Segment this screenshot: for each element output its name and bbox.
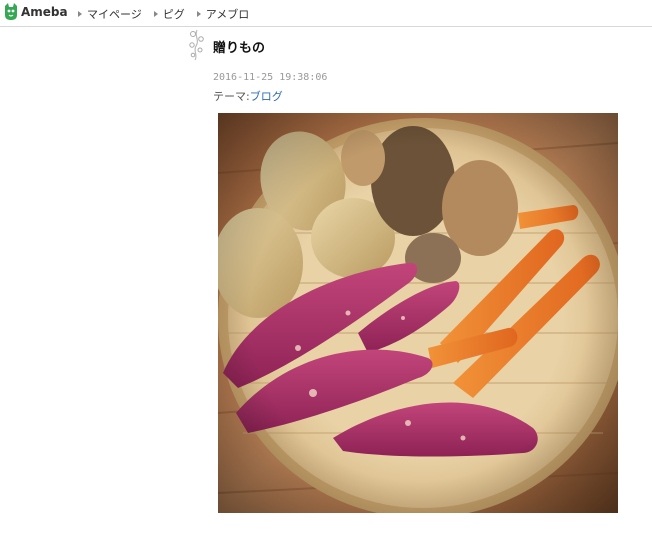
theme-label: テーマ: (213, 90, 250, 103)
nav-item-pigg[interactable]: ピグ (153, 6, 185, 22)
global-header: Ameba マイページ ピグ アメブロ (0, 0, 652, 27)
global-nav: マイページ ピグ アメブロ (78, 6, 249, 22)
flower-decoration-icon (189, 29, 204, 61)
nav-arrow-icon (153, 11, 158, 17)
nav-item-mypage[interactable]: マイページ (78, 6, 142, 22)
nav-item-label: アメブロ (205, 8, 250, 21)
article-photo[interactable] (218, 113, 618, 513)
theme-link[interactable]: ブログ (250, 88, 283, 104)
article-date: 2016-11-25 19:38:06 (213, 72, 328, 83)
ameba-logo[interactable]: Ameba (3, 2, 68, 22)
nav-item-label: マイページ (87, 8, 142, 21)
article-title[interactable]: 贈りもの (213, 37, 265, 56)
logo-text: Ameba (21, 5, 68, 19)
article-theme: テーマ: ブログ (213, 88, 283, 104)
nav-arrow-icon (78, 11, 82, 17)
nav-item-label: ピグ (162, 8, 185, 21)
ameba-logo-icon (5, 3, 17, 20)
nav-arrow-icon (196, 11, 201, 17)
nav-item-ameblo[interactable]: アメブロ (196, 6, 250, 22)
